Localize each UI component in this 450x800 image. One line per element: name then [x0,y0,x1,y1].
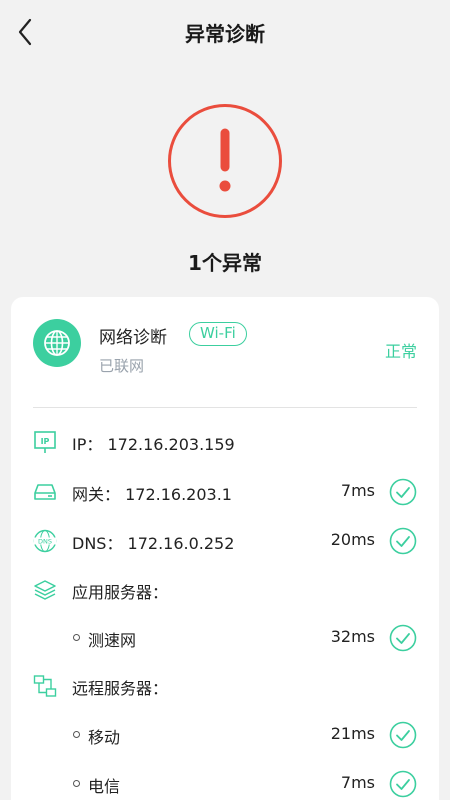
svg-text:DNS: DNS [38,538,52,546]
network-diagnosis-title: 网络诊断 [99,328,167,348]
bullet-dot [73,634,80,641]
mobile-latency: 21ms [330,724,375,743]
telecom-label: 电信 [88,777,121,796]
remote-server-row: 远程服务器： [11,671,439,701]
check-circle-icon [389,770,417,798]
dns-latency: 20ms [330,530,375,549]
mobile-label: 移动 [88,728,121,747]
gateway-row: 网关： 172.16.203.1 7ms [11,477,439,507]
check-circle-icon [389,721,417,749]
wifi-badge: Wi-Fi [189,322,247,346]
telecom-latency: 7ms [340,773,375,792]
router-icon [33,480,57,504]
remote-server-label: 远程服务器： [72,679,169,698]
speedtest-label: 测速网 [88,631,137,650]
gateway-label: 网关： 172.16.203.1 [72,485,232,504]
mobile-row: 移动 21ms [11,720,439,750]
diagnosis-card: 网络诊断 Wi-Fi 已联网 正常 IP IP： 172.16.203.159 … [11,297,439,800]
page-title: 异常诊断 [185,22,265,46]
header-bar: 异常诊断 [0,0,450,64]
network-status: 正常 [384,342,417,361]
ip-label: IP： 172.16.203.159 [72,435,235,454]
ip-row: IP IP： 172.16.203.159 [11,427,439,457]
divider [33,407,417,408]
ip-icon: IP [33,430,57,454]
bullet-dot [73,780,80,787]
globe-icon [33,319,81,367]
speedtest-latency: 32ms [330,627,375,646]
check-circle-icon [389,478,417,506]
exclamation-icon [219,128,231,192]
alert-count: 1个异常 [188,251,262,275]
gateway-latency: 7ms [340,481,375,500]
speedtest-row: 测速网 32ms [11,623,439,653]
dns-icon: DNS [33,529,57,553]
alert-indicator [168,104,282,218]
telecom-row: 电信 7ms [11,769,439,799]
check-circle-icon [389,624,417,652]
network-subtitle: 已联网 [99,357,145,375]
dns-label: DNS： 172.16.0.252 [72,534,235,553]
dns-row: DNS DNS： 172.16.0.252 20ms [11,526,439,556]
svg-text:IP: IP [41,437,50,446]
bullet-dot [73,731,80,738]
remote-network-icon [33,674,57,698]
app-server-label: 应用服务器： [72,583,169,602]
app-server-row: 应用服务器： [11,575,439,605]
layers-icon [33,578,57,602]
check-circle-icon [389,527,417,555]
